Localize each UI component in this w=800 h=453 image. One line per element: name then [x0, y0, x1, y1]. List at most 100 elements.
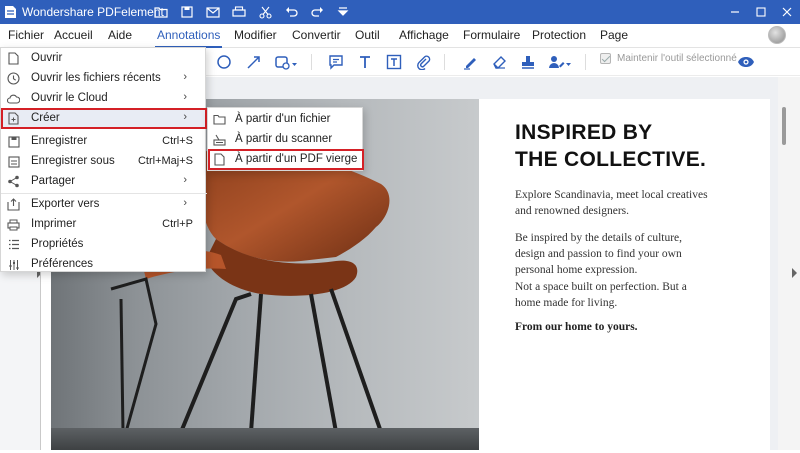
menu-exporter-vers-label: Exporter vers	[31, 198, 100, 210]
menu-preferences[interactable]: Préférences	[1, 254, 207, 275]
menu-exporter-vers[interactable]: Exporter vers ›	[1, 194, 207, 215]
toolbar-divider	[444, 54, 445, 70]
doc-title-line1: INSPIRED BY	[515, 121, 653, 144]
print-icon	[7, 218, 20, 231]
submenu-from-scanner-label: À partir du scanner	[235, 133, 333, 145]
keep-tool-selected-option[interactable]: Maintenir l'outil sélectionné	[600, 53, 737, 64]
menu-ouvrir-recents-label: Ouvrir les fichiers récents	[31, 72, 161, 84]
redo-icon[interactable]	[306, 0, 328, 24]
window-title: Wondershare PDFelement	[22, 5, 164, 19]
text-icon[interactable]	[355, 52, 375, 72]
menu-imprimer[interactable]: Imprimer Ctrl+P	[1, 214, 207, 235]
submenu-from-scanner[interactable]: À partir du scanner	[208, 129, 364, 150]
menu-outil[interactable]: Outil	[355, 28, 380, 42]
doc-closing-line: From our home to yours.	[515, 321, 638, 333]
eraser-icon[interactable]	[489, 52, 509, 72]
menu-modifier[interactable]: Modifier	[234, 28, 277, 42]
scanner-icon	[213, 133, 226, 146]
menu-proprietes-label: Propriétés	[31, 238, 84, 250]
menu-protection[interactable]: Protection	[532, 28, 586, 42]
submenu-from-blank-pdf[interactable]: À partir d'un PDF vierge	[208, 149, 364, 170]
shortcut-save: Ctrl+S	[162, 135, 193, 147]
doc-paragraph-2: Be inspired by the details of culture, d…	[515, 232, 683, 276]
save-icon	[7, 135, 20, 148]
scrollbar-thumb[interactable]	[782, 107, 786, 145]
menu-formulaire[interactable]: Formulaire	[463, 28, 520, 42]
doc-title: INSPIRED BY THE COLLECTIVE.	[515, 119, 706, 173]
menu-partager-label: Partager	[31, 175, 76, 187]
menu-ouvrir[interactable]: Ouvrir	[1, 48, 207, 69]
export-icon	[7, 198, 20, 211]
clock-icon	[7, 72, 20, 85]
submenu-from-file[interactable]: À partir d'un fichier	[208, 109, 364, 130]
arrow-icon[interactable]	[244, 52, 264, 72]
menu-convertir[interactable]: Convertir	[292, 28, 341, 42]
menu-partager[interactable]: Partager ›	[1, 171, 207, 192]
print-icon[interactable]	[228, 0, 250, 24]
minimize-icon[interactable]	[722, 0, 748, 24]
title-bar: Wondershare PDFelement	[0, 0, 800, 24]
menu-proprietes[interactable]: Propriétés	[1, 234, 207, 255]
chevron-right-icon: ›	[183, 71, 187, 83]
save-as-icon	[7, 155, 20, 168]
menu-imprimer-label: Imprimer	[31, 218, 77, 230]
chevron-right-icon: ›	[183, 111, 187, 123]
toolbar-divider	[311, 54, 312, 70]
menu-aide[interactable]: Aide	[108, 28, 132, 42]
textbox-icon[interactable]	[384, 52, 404, 72]
doc-title-line2: THE COLLECTIVE.	[515, 148, 707, 171]
scroll-right-arrow-icon[interactable]	[792, 268, 797, 278]
chevron-right-icon: ›	[183, 174, 187, 186]
create-icon	[7, 112, 20, 125]
chevron-right-icon: ›	[183, 91, 187, 103]
menu-accueil[interactable]: Accueil	[54, 28, 93, 42]
ellipse-icon[interactable]	[214, 52, 234, 72]
menu-enregistrer[interactable]: Enregistrer Ctrl+S	[1, 131, 207, 152]
folder-icon[interactable]	[150, 0, 172, 24]
shapes-icon[interactable]	[274, 52, 300, 72]
highlighter-icon[interactable]	[460, 52, 480, 72]
menu-page[interactable]: Page	[600, 28, 628, 42]
doc-paragraph-1: Explore Scandinavia, meet local creative…	[515, 189, 708, 217]
file-icon	[7, 52, 20, 65]
keep-tool-label: Maintenir l'outil sélectionné	[617, 53, 737, 64]
menu-ouvrir-label: Ouvrir	[31, 52, 63, 64]
app-logo-icon	[4, 5, 17, 19]
file-menu-dropdown: Ouvrir Ouvrir les fichiers récents › Ouv…	[0, 47, 207, 275]
menu-creer-label: Créer	[31, 112, 60, 124]
menu-ouvrir-cloud[interactable]: Ouvrir le Cloud ›	[1, 88, 207, 109]
signature-icon[interactable]	[547, 52, 573, 72]
create-submenu: À partir d'un fichier À partir du scanne…	[207, 107, 364, 171]
undo-icon[interactable]	[280, 0, 302, 24]
mail-icon[interactable]	[202, 0, 224, 24]
sliders-icon	[7, 258, 20, 271]
menu-affichage[interactable]: Affichage	[399, 28, 449, 42]
menu-annotations[interactable]: Annotations	[154, 28, 223, 48]
eye-icon[interactable]	[736, 52, 756, 72]
share-icon	[7, 175, 20, 188]
comment-icon[interactable]	[326, 52, 346, 72]
stamp-icon[interactable]	[518, 52, 538, 72]
menu-ouvrir-recents[interactable]: Ouvrir les fichiers récents ›	[1, 68, 207, 89]
list-icon	[7, 238, 20, 251]
cloud-icon	[7, 92, 20, 105]
vertical-scrollbar[interactable]	[778, 77, 800, 450]
maximize-icon[interactable]	[748, 0, 774, 24]
menu-fichier[interactable]: Fichier	[8, 28, 44, 42]
attachment-icon[interactable]	[413, 52, 433, 72]
menu-enregistrer-sous-label: Enregistrer sous	[31, 155, 115, 167]
doc-paragraph-3: Not a space built on perfection. But a h…	[515, 281, 687, 309]
scissors-icon[interactable]	[254, 0, 276, 24]
save-icon[interactable]	[176, 0, 198, 24]
blank-page-icon	[213, 153, 226, 166]
menu-creer[interactable]: Créer ›	[1, 108, 207, 129]
shortcut-print: Ctrl+P	[162, 218, 193, 230]
customize-toolbar-icon[interactable]	[332, 0, 354, 24]
avatar[interactable]	[768, 26, 786, 44]
close-icon[interactable]	[774, 0, 800, 24]
menu-bar: Fichier Accueil Aide Annotations Modifie…	[0, 24, 800, 48]
menu-enregistrer-sous[interactable]: Enregistrer sous Ctrl+Maj+S	[1, 151, 207, 172]
photo-floor	[51, 428, 479, 450]
submenu-from-file-label: À partir d'un fichier	[235, 113, 331, 125]
keep-tool-checkbox[interactable]	[600, 53, 611, 64]
